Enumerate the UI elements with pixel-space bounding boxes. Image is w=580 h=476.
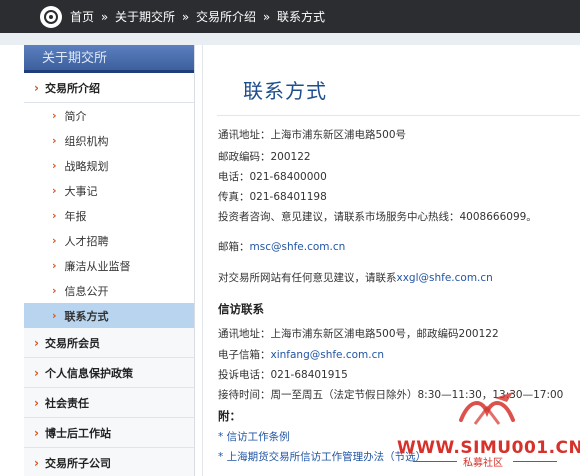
sidebar-group-members[interactable]: › 交易所会员 — [24, 328, 194, 358]
sidebar-group-subsidiaries[interactable]: › 交易所子公司 — [24, 448, 194, 476]
chevron-right-icon: › — [52, 184, 57, 197]
sidebar-item-careers[interactable]: › 人才招聘 — [24, 228, 194, 253]
breadcrumb-separator: » — [181, 10, 190, 24]
address-text: 通讯地址：上海市浦东新区浦电路500号 — [218, 129, 407, 141]
sidebar-item-disclosure[interactable]: › 信息公开 — [24, 278, 194, 303]
sidebar-item-organization[interactable]: › 组织机构 — [24, 128, 194, 153]
chevron-right-icon: › — [34, 335, 39, 350]
breadcrumb-intro[interactable]: 交易所介绍 — [196, 10, 256, 24]
breadcrumb-bar: 首页 » 关于期交所 » 交易所介绍 » 联系方式 — [0, 0, 580, 33]
website-feedback-email-link[interactable]: xxgl@shfe.com.cn — [397, 272, 493, 284]
sidebar-item-label: 信息公开 — [64, 284, 109, 298]
sidebar-item-contact[interactable]: › 联系方式 — [24, 303, 194, 328]
sidebar-item-strategy[interactable]: › 战略规划 — [24, 153, 194, 178]
breadcrumb-current: 联系方式 — [277, 10, 326, 24]
watermark-logo-icon — [459, 392, 515, 425]
fax-text: 传真：021-68401198 — [218, 191, 327, 203]
petition-heading: 信访联系 — [218, 302, 264, 316]
sidebar-group-social[interactable]: › 社会责任 — [24, 388, 194, 418]
petition-email-row: 电子信箱：xinfang@shfe.com.cn — [218, 347, 384, 362]
attachment-link[interactable]: * 信访工作条例 — [218, 429, 290, 444]
breadcrumb: 首页 » 关于期交所 » 交易所介绍 » 联系方式 — [70, 8, 325, 25]
sidebar-item-label: 联系方式 — [64, 309, 109, 323]
chevron-right-icon: › — [34, 80, 39, 95]
watermark-tagline: 私募社区 — [463, 458, 503, 469]
petition-address-text: 通讯地址：上海市浦东新区浦电路500号，邮政编码200122 — [218, 328, 499, 340]
website-feedback-label: 对交易所网站有任何意见建议，请联系 — [218, 272, 397, 284]
website-feedback-row: 对交易所网站有任何意见建议，请联系xxgl@shfe.com.cn — [218, 270, 493, 285]
sidebar-group-label: 交易所子公司 — [44, 456, 111, 470]
watermark-divider — [413, 461, 457, 462]
chevron-right-icon: › — [34, 455, 39, 470]
petition-phone-text: 投诉电话：021-68401915 — [218, 369, 348, 381]
chevron-right-icon: › — [52, 209, 57, 222]
sidebar-item-intro[interactable]: › 简介 — [24, 103, 194, 128]
chevron-right-icon: › — [34, 425, 39, 440]
petition-email-label: 电子信箱： — [218, 349, 271, 361]
sidebar-group-postdoc[interactable]: › 博士后工作站 — [24, 418, 194, 448]
sidebar-item-integrity[interactable]: › 廉洁从业监督 — [24, 253, 194, 278]
title-divider — [217, 115, 580, 116]
sidebar-group-label: 个人信息保护政策 — [44, 366, 133, 380]
sidebar-item-label: 人才招聘 — [64, 234, 109, 248]
sidebar-group-label: 博士后工作站 — [44, 426, 111, 440]
sidebar-section-label: 交易所介绍 — [44, 81, 100, 95]
email-link[interactable]: msc@shfe.com.cn — [250, 241, 346, 253]
sidebar-item-label: 组织机构 — [64, 134, 109, 148]
chevron-right-icon: › — [34, 395, 39, 410]
phone-text: 电话：021-68400000 — [218, 171, 327, 183]
chevron-right-icon: › — [52, 134, 57, 147]
chevron-right-icon: › — [52, 259, 57, 272]
petition-email-link[interactable]: xinfang@shfe.com.cn — [271, 349, 385, 361]
sidebar: 关于期交所 › 交易所介绍 › 简介 › 组织机构 › 战略规划 › 大事记 ›… — [24, 45, 195, 476]
postcode-text: 邮政编码：200122 — [218, 151, 311, 163]
sidebar-item-label: 简介 — [64, 109, 87, 123]
sidebar-group-privacy[interactable]: › 个人信息保护政策 — [24, 358, 194, 388]
breadcrumb-home[interactable]: 首页 — [70, 10, 94, 24]
hotline-text: 投资者咨询、意见建议，请联系市场服务中心热线：4008666099。 — [218, 211, 537, 223]
header-strip — [0, 33, 580, 45]
page-title: 联系方式 — [243, 79, 327, 103]
sidebar-item-annual-report[interactable]: › 年报 — [24, 203, 194, 228]
sidebar-item-label: 年报 — [64, 209, 87, 223]
chevron-right-icon: › — [52, 309, 57, 322]
location-icon — [40, 5, 62, 28]
attachment-heading: 附： — [218, 409, 241, 423]
breadcrumb-separator: » — [100, 10, 109, 24]
chevron-right-icon: › — [52, 234, 57, 247]
sidebar-header: 关于期交所 — [24, 45, 194, 73]
sidebar-item-label: 廉洁从业监督 — [64, 259, 131, 273]
chevron-right-icon: › — [52, 109, 57, 122]
sidebar-item-milestones[interactable]: › 大事记 — [24, 178, 194, 203]
sidebar-group-label: 交易所会员 — [44, 336, 100, 350]
email-row: 邮箱：msc@shfe.com.cn — [218, 239, 345, 254]
chevron-right-icon: › — [52, 284, 57, 297]
sidebar-item-label: 大事记 — [64, 184, 98, 198]
sidebar-group-label: 社会责任 — [44, 396, 89, 410]
watermark: WWW.SIMU001.CN 私募社区 — [395, 390, 580, 476]
email-label: 邮箱： — [218, 241, 250, 253]
sidebar-item-label: 战略规划 — [64, 159, 109, 173]
sidebar-section-intro[interactable]: › 交易所介绍 — [24, 73, 194, 103]
watermark-divider — [513, 461, 557, 462]
chevron-right-icon: › — [34, 365, 39, 380]
chevron-right-icon: › — [52, 159, 57, 172]
breadcrumb-about[interactable]: 关于期交所 — [115, 10, 175, 24]
breadcrumb-separator: » — [262, 10, 271, 24]
